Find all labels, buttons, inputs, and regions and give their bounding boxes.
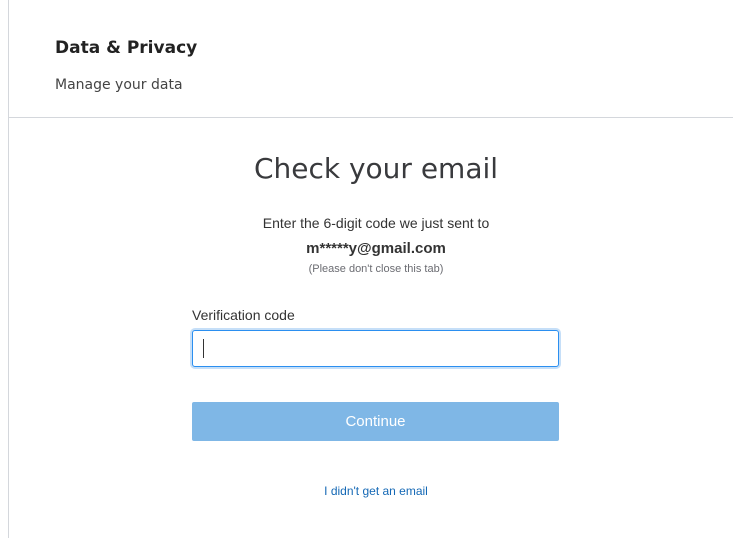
page-subtitle: Manage your data: [55, 77, 183, 93]
verification-panel: Check your email Enter the 6-digit code …: [9, 118, 733, 538]
verification-instruction: Enter the 6-digit code we just sent to: [262, 215, 490, 231]
keep-tab-open-note: (Please don't close this tab): [308, 263, 444, 275]
verification-code-label: Verification code: [192, 307, 295, 323]
page-frame: Data & Privacy Manage your data Check yo…: [8, 0, 733, 538]
page-title: Data & Privacy: [55, 38, 198, 58]
text-cursor: [203, 339, 204, 358]
masked-email: m*****y@gmail.com: [306, 240, 446, 257]
verification-code-input[interactable]: [192, 330, 559, 367]
continue-button[interactable]: Continue: [192, 402, 559, 441]
page-header: Data & Privacy Manage your data: [9, 0, 733, 118]
verification-heading: Check your email: [253, 152, 499, 185]
resend-email-link[interactable]: I didn't get an email: [192, 484, 560, 498]
